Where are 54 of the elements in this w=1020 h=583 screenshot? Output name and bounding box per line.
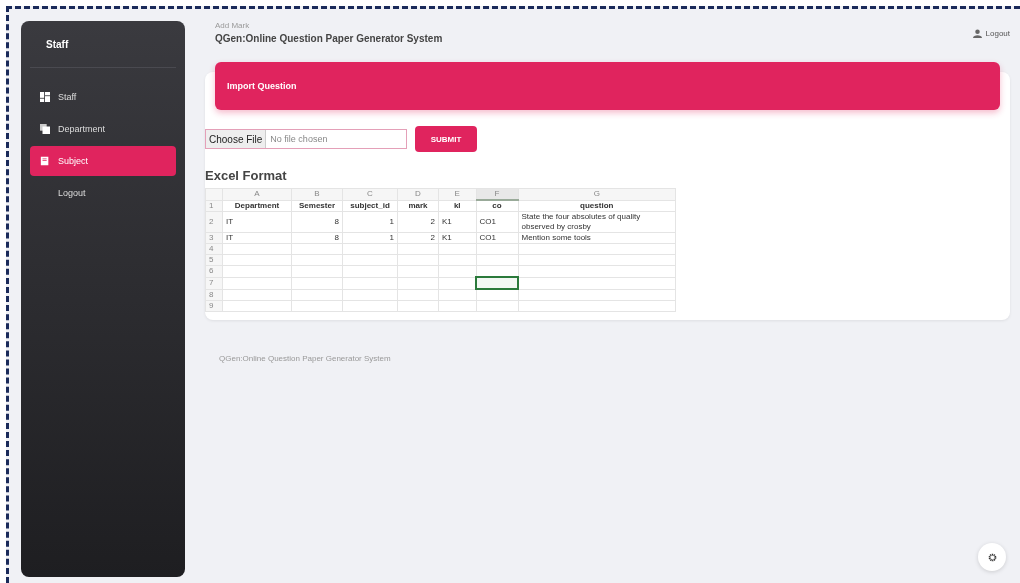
column-header: A [222, 188, 292, 200]
row-number: 8 [205, 289, 223, 301]
table-cell: IT [222, 211, 292, 233]
table-cell: Semester [291, 200, 343, 212]
file-input[interactable]: Choose File No file chosen [205, 129, 407, 149]
table-cell: 1 [342, 232, 398, 244]
column-header: B [291, 188, 343, 200]
table-cell: Department [222, 200, 292, 212]
column-header: C [342, 188, 398, 200]
sidebar-title: Staff [45, 38, 70, 52]
column-header: D [397, 188, 439, 200]
table-cell: mark [397, 200, 439, 212]
table-cell: K1 [438, 211, 476, 233]
table-cell: co [476, 200, 518, 212]
table-cell: IT [222, 232, 292, 244]
page-title: QGen:Online Question Paper Generator System [215, 33, 443, 44]
column-header: G [518, 188, 676, 200]
sidebar-item[interactable]: Subject [30, 146, 176, 176]
settings-icon [987, 552, 997, 562]
copy-icon [40, 124, 50, 134]
table-cell: Mention some tools [518, 232, 676, 244]
table-cell: State the four absolutes of quality observed by crosby [518, 211, 676, 233]
dashboard-icon [40, 92, 50, 102]
row-number: 9 [205, 300, 223, 312]
column-header: F [476, 188, 518, 200]
table-cell: 8 [291, 232, 343, 244]
table-cell: 1 [342, 211, 398, 233]
submit-button[interactable]: SUBMIT [415, 126, 477, 152]
logout-link[interactable]: Logout [972, 29, 1010, 38]
table-cell: question [518, 200, 676, 212]
sidebar-item[interactable]: Logout [30, 178, 176, 208]
settings-button[interactable] [978, 543, 1006, 571]
sidebar-item[interactable]: Staff [30, 82, 176, 112]
table-cell: 2 [397, 211, 439, 233]
user-icon [972, 29, 982, 38]
table-cell: 8 [291, 211, 343, 233]
table-cell: kl [438, 200, 476, 212]
row-number: 1 [205, 200, 223, 212]
table-cell: 2 [397, 232, 439, 244]
table-cell: K1 [438, 232, 476, 244]
card-title: Import Question [227, 81, 297, 91]
table-cell: CO1 [476, 232, 518, 244]
breadcrumb: Add Mark [215, 21, 251, 30]
row-number: 3 [205, 232, 223, 244]
row-number: 2 [205, 211, 223, 233]
table-cell: subject_id [342, 200, 398, 212]
row-number: 4 [205, 243, 223, 255]
column-header: E [438, 188, 476, 200]
table-cell: CO1 [476, 211, 518, 233]
book-icon [40, 156, 50, 166]
sidebar-item[interactable]: Department [30, 114, 176, 144]
footer-text: QGen:Online Question Paper Generator System [219, 354, 392, 363]
row-number: 5 [205, 254, 223, 266]
section-title: Excel Format [205, 168, 288, 183]
